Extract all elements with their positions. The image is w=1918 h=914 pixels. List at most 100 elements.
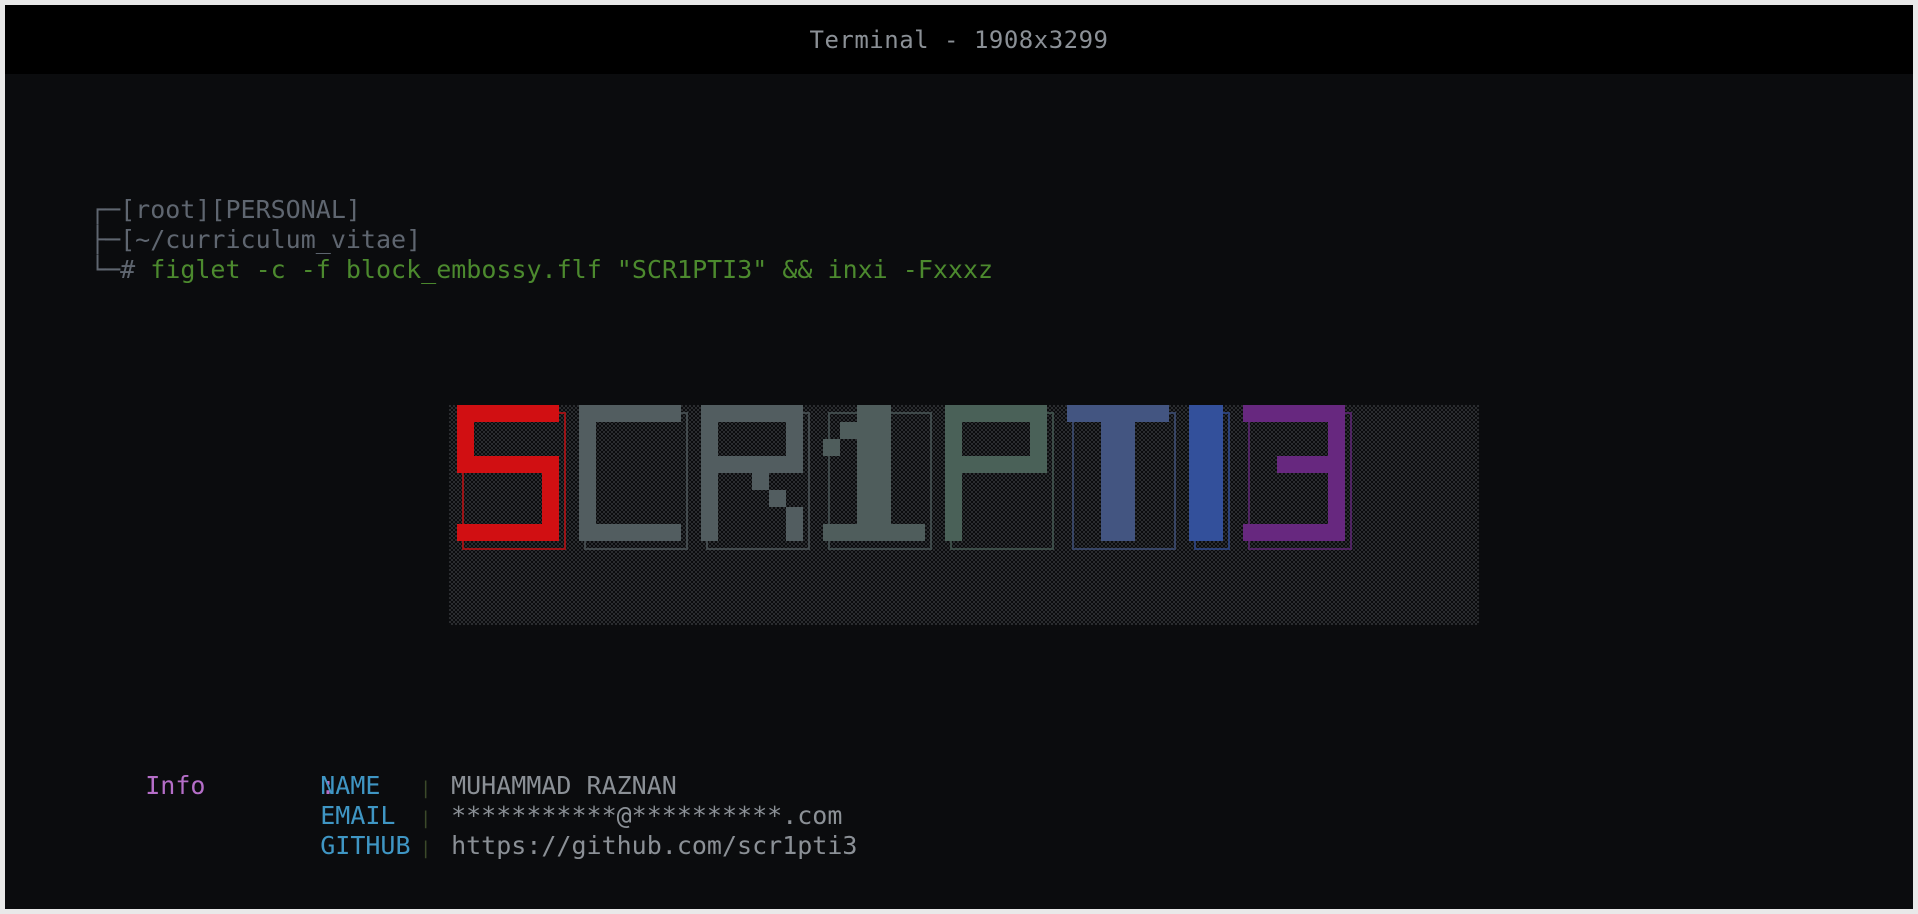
banner-block (1118, 422, 1135, 439)
info-row: GITHUB | https://github.com/scr1pti3 (260, 801, 857, 894)
banner-block (701, 490, 718, 507)
banner-block (874, 422, 891, 439)
banner-block (786, 507, 803, 524)
banner-block (891, 524, 908, 541)
banner-block (491, 524, 508, 541)
banner-block (786, 405, 803, 422)
banner-block (457, 456, 474, 473)
banner-block (525, 405, 542, 422)
banner-block (647, 405, 664, 422)
banner-block (1189, 405, 1206, 422)
banner-block (579, 490, 596, 507)
banner-block (1101, 456, 1118, 473)
banner-block (1084, 405, 1101, 422)
banner-block (579, 422, 596, 439)
banner-letter-I (1189, 405, 1230, 550)
banner-block (701, 507, 718, 524)
info-separator: | (420, 838, 432, 859)
banner-block (769, 456, 786, 473)
banner-block (1277, 524, 1294, 541)
banner-block (1294, 456, 1311, 473)
banner-block (542, 507, 559, 524)
banner-block (1243, 405, 1260, 422)
banner-block (701, 422, 718, 439)
banner-block (474, 405, 491, 422)
info-value: https://github.com/scr1pti3 (451, 831, 858, 860)
banner-block (1118, 507, 1135, 524)
info-key: GITHUB (320, 831, 411, 860)
banner-block (874, 490, 891, 507)
banner-block (1101, 422, 1118, 439)
banner-block (1206, 507, 1223, 524)
terminal-window[interactable]: Terminal - 1908x3299 ┌─[root][PERSONAL] … (5, 5, 1913, 909)
banner-block (945, 405, 962, 422)
banner-block (874, 439, 891, 456)
banner-block (1206, 439, 1223, 456)
banner-block (786, 456, 803, 473)
title-bar[interactable]: Terminal - 1908x3299 (5, 5, 1913, 74)
banner-block (945, 456, 962, 473)
banner-block (1030, 439, 1047, 456)
banner-block (857, 490, 874, 507)
banner-block (823, 524, 840, 541)
banner-block (823, 439, 840, 456)
banner-block (996, 405, 1013, 422)
banner-block (874, 405, 891, 422)
banner-block (857, 473, 874, 490)
banner-block (701, 456, 718, 473)
banner-block (596, 524, 613, 541)
banner-block (962, 405, 979, 422)
banner-block (613, 524, 630, 541)
banner-block (1206, 473, 1223, 490)
banner-block (1013, 456, 1030, 473)
banner-block (752, 456, 769, 473)
banner-block (962, 456, 979, 473)
banner-block (542, 405, 559, 422)
banner-block (769, 490, 786, 507)
banner-block (1189, 456, 1206, 473)
banner-block (1328, 456, 1345, 473)
banner-block (979, 405, 996, 422)
window-title: Terminal - 1908x3299 (809, 25, 1109, 54)
banner-block (1152, 405, 1169, 422)
banner-block (786, 422, 803, 439)
banner-block (596, 405, 613, 422)
figlet-banner (449, 405, 1479, 625)
banner-block (1311, 405, 1328, 422)
prompt-command-line: └─# figlet -c -f block_embossy.flf "SCR1… (90, 255, 993, 285)
banner-block (786, 439, 803, 456)
banner-block (542, 490, 559, 507)
banner-block (630, 405, 647, 422)
banner-block (945, 439, 962, 456)
banner-block (1189, 524, 1206, 541)
banner-block (542, 473, 559, 490)
banner-block (857, 439, 874, 456)
prompt-symbol: └─# (90, 255, 151, 284)
banner-block (1101, 405, 1118, 422)
banner-block (874, 507, 891, 524)
banner-block (945, 524, 962, 541)
banner-block (630, 524, 647, 541)
banner-block (1328, 524, 1345, 541)
banner-block (1328, 507, 1345, 524)
banner-block (874, 473, 891, 490)
banner-block (1118, 405, 1135, 422)
banner-block (579, 524, 596, 541)
banner-block (579, 456, 596, 473)
banner-block (1311, 456, 1328, 473)
banner-block (1189, 507, 1206, 524)
banner-block (701, 405, 718, 422)
banner-block (718, 405, 735, 422)
banner-block (718, 456, 735, 473)
banner-block (701, 473, 718, 490)
banner-block (857, 405, 874, 422)
banner-block (1101, 473, 1118, 490)
banner-block (1189, 439, 1206, 456)
banner-block (457, 524, 474, 541)
banner-block (1311, 524, 1328, 541)
banner-block (647, 524, 664, 541)
banner-block (979, 456, 996, 473)
banner-block (701, 439, 718, 456)
banner-block (701, 524, 718, 541)
banner-shade (449, 405, 1479, 625)
